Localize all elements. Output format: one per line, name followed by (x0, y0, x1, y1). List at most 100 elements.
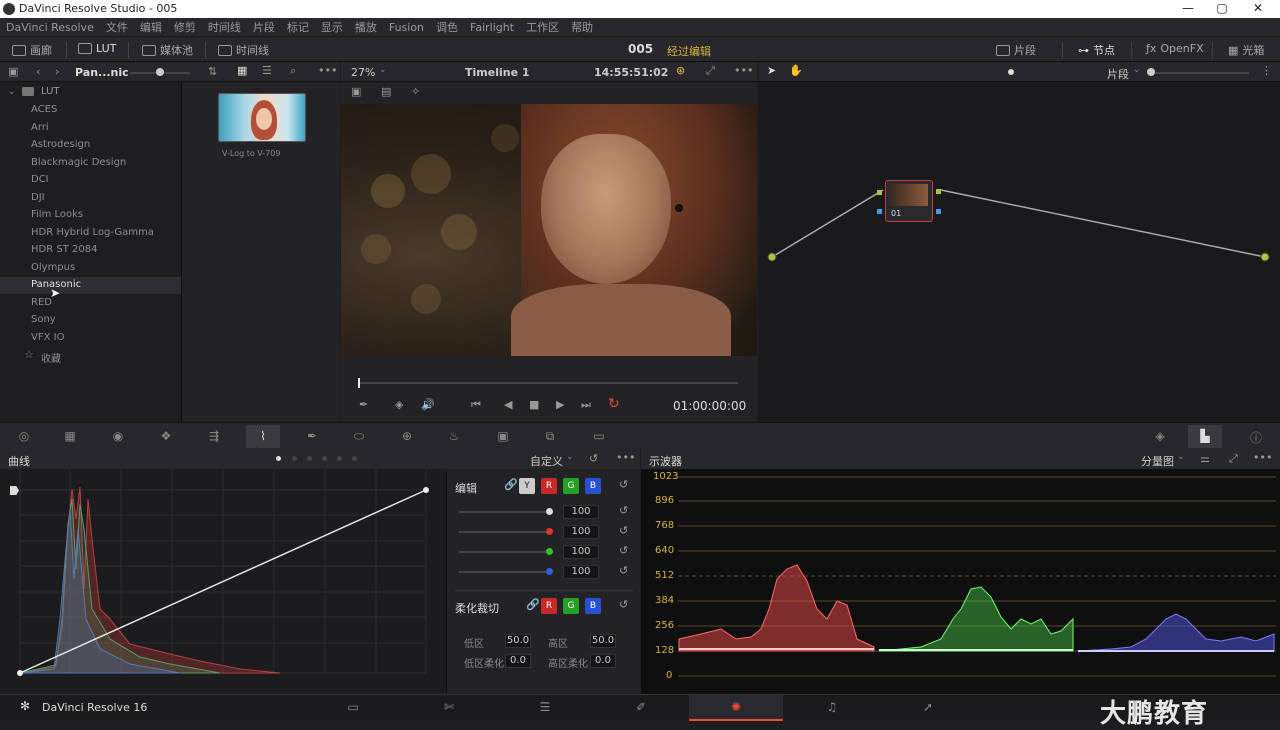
more-options-icon[interactable]: ••• (318, 64, 337, 77)
lut-item[interactable]: RED (31, 297, 52, 308)
slider-handle[interactable] (546, 508, 553, 515)
chevron-down-icon[interactable]: ⌄ (1177, 452, 1185, 462)
reset-icon[interactable]: ↺ (619, 564, 628, 577)
menu-item[interactable]: DaVinci Resolve (6, 21, 94, 34)
page-dot[interactable] (322, 456, 327, 461)
reset-icon[interactable]: ↺ (589, 452, 598, 465)
close-icon[interactable]: ✕ (1243, 1, 1273, 15)
expand-icon[interactable]: ⤢ (1229, 452, 1238, 466)
lut-item[interactable]: Blackmagic Design (31, 157, 126, 168)
lut-item[interactable]: VFX IO (31, 332, 64, 343)
menu-item[interactable]: 文件 (106, 19, 128, 35)
nodes-button[interactable]: ⊶ 节点 (1078, 42, 1115, 58)
menu-item[interactable]: 片段 (253, 19, 275, 35)
go-to-end-icon[interactable]: ⏭ (581, 398, 591, 412)
menu-item[interactable]: 标记 (287, 19, 309, 35)
sidebar-toggle-icon[interactable]: ▣ (8, 65, 18, 78)
color-node[interactable]: 01 (885, 180, 933, 222)
chevron-down-icon[interactable]: ⌄ (523, 65, 531, 75)
page-dot[interactable] (337, 456, 342, 461)
scope-settings-icon[interactable]: ⚌ (1200, 452, 1210, 465)
slider-handle[interactable] (546, 548, 553, 555)
zoom-level[interactable]: 27% (351, 66, 375, 79)
list-view-icon[interactable]: ☰ (262, 64, 272, 77)
low-value[interactable]: 50.0 (505, 634, 531, 648)
maximize-icon[interactable]: ▢ (1207, 1, 1237, 15)
intensity-value-g[interactable]: 100 (563, 545, 599, 559)
camera-raw-icon[interactable]: ◎ (16, 429, 32, 443)
chevron-down-icon[interactable]: ⌄ (379, 65, 387, 75)
stop-icon[interactable]: ■ (529, 398, 539, 411)
pointer-icon[interactable]: ➤ (767, 64, 776, 77)
more-options-icon[interactable]: ••• (734, 64, 753, 77)
info-icon[interactable]: ⓘ (1248, 429, 1264, 445)
intensity-slider-b[interactable] (459, 571, 551, 573)
menu-item[interactable]: 修剪 (174, 19, 196, 35)
page-dot[interactable] (307, 456, 312, 461)
color-picker-icon[interactable]: ⊛ (676, 64, 685, 77)
reset-icon[interactable]: ↺ (619, 524, 628, 537)
lut-button[interactable]: LUT (78, 42, 116, 55)
fairlight-page-icon[interactable]: ♫ (822, 700, 842, 716)
reset-icon[interactable]: ↺ (619, 478, 628, 491)
keyframes-icon[interactable]: ◈ (1152, 429, 1168, 443)
curves-graph[interactable] (0, 469, 446, 694)
node-key-output-port[interactable] (936, 209, 941, 214)
high-value[interactable]: 50.0 (590, 634, 616, 648)
scope-mode-select[interactable]: 分量图 (1141, 453, 1174, 469)
link-icon[interactable]: 🔗 (526, 598, 540, 611)
page-dot[interactable] (1008, 69, 1014, 75)
node-input-port[interactable] (877, 190, 882, 195)
menu-item[interactable]: 帮助 (571, 19, 593, 35)
menu-item[interactable]: 时间线 (208, 19, 241, 35)
play-icon[interactable]: ▶ (556, 398, 564, 411)
intensity-slider-g[interactable] (459, 551, 551, 553)
timeline-button[interactable]: 时间线 (218, 42, 269, 58)
image-wipe-icon[interactable]: ▣ (351, 85, 361, 98)
channel-g-button[interactable]: G (563, 478, 579, 494)
grid-view-icon[interactable]: ▦ (237, 64, 247, 77)
chevron-down-icon[interactable]: ⌄ (652, 65, 660, 75)
more-options-icon[interactable]: ••• (616, 451, 635, 464)
sizing-icon[interactable]: ⧉ (542, 429, 558, 443)
back-icon[interactable]: ‹ (36, 65, 40, 78)
high-soft-value[interactable]: 0.0 (590, 654, 616, 668)
intensity-slider-y[interactable] (459, 511, 551, 513)
lut-item[interactable]: DCI (31, 174, 49, 185)
intensity-value-b[interactable]: 100 (563, 565, 599, 579)
menu-item[interactable]: Fairlight (470, 21, 514, 34)
color-match-icon[interactable]: ▦ (62, 429, 78, 443)
color-page-icon[interactable]: ✺ (726, 700, 746, 716)
page-dot[interactable] (276, 456, 281, 461)
lut-item[interactable]: ACES (31, 104, 57, 115)
gallery-button[interactable]: 画廊 (12, 42, 52, 58)
reset-icon[interactable]: ↺ (619, 598, 628, 611)
hand-icon[interactable]: ✋ (789, 64, 803, 77)
menu-item[interactable]: 显示 (321, 19, 343, 35)
chevron-down-icon[interactable]: ⌄ (8, 87, 16, 97)
lut-item[interactable]: Olympus (31, 262, 75, 273)
go-to-start-icon[interactable]: ⏮ (471, 398, 481, 412)
playhead[interactable] (358, 378, 360, 388)
split-screen-icon[interactable]: ▤ (381, 85, 391, 98)
play-reverse-icon[interactable]: ◀ (504, 398, 512, 411)
media-pool-button[interactable]: 媒体池 (142, 42, 193, 58)
media-page-icon[interactable]: ▭ (343, 700, 363, 716)
loop-icon[interactable]: ↻ (608, 396, 620, 412)
more-options-icon[interactable]: ••• (1253, 451, 1272, 464)
chevron-down-icon[interactable]: ⌄ (1133, 65, 1141, 75)
slider-handle[interactable] (546, 568, 553, 575)
node-mode-select[interactable]: 片段 (1107, 66, 1129, 82)
lut-root[interactable]: LUT (41, 86, 60, 97)
channel-b-button[interactable]: B (585, 478, 601, 494)
lut-item[interactable]: Film Looks (31, 209, 83, 220)
intensity-value-r[interactable]: 100 (563, 525, 599, 539)
page-dot[interactable] (352, 456, 357, 461)
openfx-button[interactable]: ƒx OpenFX (1146, 42, 1204, 55)
3d-icon[interactable]: ▭ (591, 429, 607, 443)
lut-item[interactable]: HDR ST 2084 (31, 244, 97, 255)
scopes-icon[interactable]: ▙ (1197, 429, 1213, 443)
blur-icon[interactable]: ♨ (446, 429, 462, 443)
color-wheels-icon[interactable]: ◉ (110, 429, 126, 443)
layers-icon[interactable]: ◈ (395, 398, 403, 411)
